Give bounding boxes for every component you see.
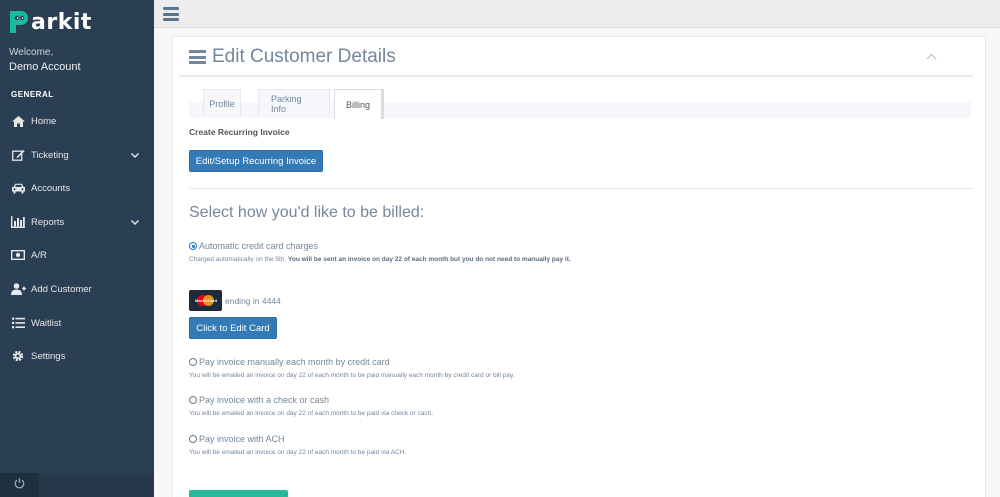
sidebar-item-label: Ticketing <box>31 149 69 161</box>
sidebar-item-reports[interactable]: Reports <box>0 209 154 235</box>
sidebar-item-waitlist[interactable]: Waitlist <box>0 310 154 336</box>
mastercard-icon: MasterCard <box>189 290 222 311</box>
logo-mark <box>8 9 30 35</box>
sidebar-item-label: Settings <box>31 350 66 362</box>
gear-icon <box>10 349 26 363</box>
billing-method-header: Select how you'd like to be billed: <box>189 204 425 221</box>
tab-profile[interactable]: Profile <box>203 89 241 117</box>
sidebar-item-ar[interactable]: A/R <box>0 242 154 268</box>
billing-option-label: Pay invoice with a check or cash <box>199 395 330 405</box>
billing-option-manual-credit-card[interactable]: Pay invoice manually each month by credi… <box>189 357 390 367</box>
collapse-chevron-up-icon[interactable] <box>926 47 938 60</box>
radio-automatic[interactable] <box>189 242 197 250</box>
sidebar-item-label: Accounts <box>31 182 71 194</box>
billing-option-automatic[interactable]: Automatic credit card charges <box>189 241 318 251</box>
user-plus-icon <box>10 282 26 296</box>
billing-option-description: You will be emailed an invoice on day 22… <box>189 410 434 417</box>
radio-check-cash[interactable] <box>189 396 197 404</box>
sidebar-item-label: A/R <box>31 249 47 261</box>
tab-parking-info[interactable]: Parking Info <box>258 89 330 117</box>
money-icon <box>10 248 26 262</box>
nav-section-header: GENERAL <box>11 90 54 99</box>
sidebar-item-label: Reports <box>31 216 65 228</box>
title-divider <box>179 75 973 77</box>
logout-button[interactable] <box>0 473 39 497</box>
saved-card: MasterCard ending in 4444 <box>189 290 281 311</box>
list-icon <box>10 316 26 330</box>
desc-plain: Charged automatically on the 5th. <box>189 256 287 263</box>
chevron-down-icon <box>129 152 141 158</box>
billing-option-label: Pay invoice with ACH <box>199 434 285 444</box>
save-button[interactable] <box>189 490 288 497</box>
billing-option-description: You will be emailed an invoice on day 22… <box>189 372 515 379</box>
radio-manual-credit-card[interactable] <box>189 358 197 366</box>
sidebar-item-add-customer[interactable]: Add Customer <box>0 276 154 302</box>
top-navbar <box>154 0 1000 28</box>
sidebar-item-label: Home <box>31 115 57 127</box>
bars-icon <box>189 50 206 64</box>
chevron-down-icon <box>129 219 141 225</box>
billing-option-label: Automatic credit card charges <box>199 241 319 251</box>
panel-heading: Edit Customer Details <box>189 46 396 68</box>
tab-billing[interactable]: Billing <box>334 89 384 119</box>
card-brand-text: MasterCard <box>195 298 218 303</box>
sidebar-item-label: Waitlist <box>31 317 62 329</box>
recurring-invoice-header: Create Recurring Invoice <box>189 127 290 137</box>
billing-option-check-cash[interactable]: Pay invoice with a check or cash <box>189 395 329 405</box>
sidebar-item-label: Add Customer <box>31 283 92 295</box>
content-panel: Edit Customer Details Profile Parking In… <box>172 36 986 497</box>
radio-ach[interactable] <box>189 435 197 443</box>
billing-option-label: Pay invoice manually each month by credi… <box>199 357 390 367</box>
sidebar-item-home[interactable]: Home <box>0 108 154 134</box>
page-title: Edit Customer Details <box>212 46 396 67</box>
edit-icon <box>10 148 26 162</box>
account-name: Demo Account <box>9 61 81 73</box>
menu-toggle-icon[interactable] <box>163 7 179 21</box>
car-icon <box>10 181 26 195</box>
home-icon <box>10 114 26 128</box>
section-divider <box>189 188 973 189</box>
welcome-text: Welcome, <box>9 47 54 58</box>
billing-option-ach[interactable]: Pay invoice with ACH <box>189 434 285 444</box>
card-ending: ending in 4444 <box>225 295 281 306</box>
edit-card-button[interactable]: Click to Edit Card <box>189 317 277 339</box>
billing-option-description: Charged automatically on the 5th. You wi… <box>189 256 571 263</box>
edit-setup-recurring-invoice-button[interactable]: Edit/Setup Recurring Invoice <box>189 150 323 172</box>
sidebar-item-settings[interactable]: Settings <box>0 343 154 369</box>
logo-text: arkit <box>31 9 92 35</box>
sidebar-item-ticketing[interactable]: Ticketing <box>0 142 154 168</box>
sidebar-item-accounts[interactable]: Accounts <box>0 175 154 201</box>
sidebar-footer <box>0 473 154 497</box>
power-icon <box>14 476 25 494</box>
sidebar: arkit Welcome, Demo Account GENERAL Home… <box>0 0 154 497</box>
desc-bold: You will be sent an invoice on day 22 of… <box>288 256 571 263</box>
bar-chart-icon <box>10 215 26 229</box>
logo[interactable]: arkit <box>8 8 92 36</box>
billing-option-description: You will be emailed an invoice on day 22… <box>189 449 407 456</box>
